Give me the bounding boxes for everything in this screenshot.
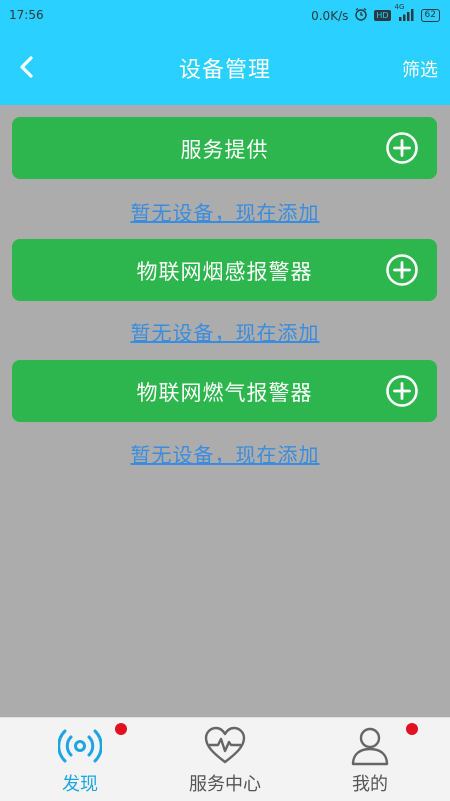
tab-label: 服务中心 xyxy=(189,774,261,795)
empty-add-link[interactable]: 暂无设备，现在添加 xyxy=(0,439,450,468)
empty-add-link[interactable]: 暂无设备，现在添加 xyxy=(0,197,450,226)
group-label: 服务提供 xyxy=(180,138,269,162)
status-time: 17:56 xyxy=(9,8,44,22)
tab-label: 发现 xyxy=(62,774,98,795)
signal-label: 4G xyxy=(394,2,405,11)
alarm-icon xyxy=(354,7,368,24)
tab-mine[interactable]: 我的 xyxy=(295,718,445,801)
signal-icon: 4G xyxy=(395,3,415,24)
tab-discover[interactable]: 发现 xyxy=(5,718,155,801)
user-icon xyxy=(351,727,389,766)
empty-add-link[interactable]: 暂无设备，现在添加 xyxy=(0,317,450,346)
plus-circle-icon[interactable] xyxy=(385,374,419,408)
tab-label: 我的 xyxy=(352,774,388,795)
notification-badge xyxy=(115,723,127,735)
plus-circle-icon[interactable] xyxy=(385,253,419,287)
group-bar-service[interactable]: 服务提供 xyxy=(12,117,437,179)
status-icons: 0.0K/s HD 4G 62 xyxy=(311,3,440,24)
battery-indicator: 62 xyxy=(420,9,440,22)
page-title: 设备管理 xyxy=(178,58,271,83)
plus-circle-icon[interactable] xyxy=(385,131,419,165)
radar-icon xyxy=(58,729,102,763)
group-bar-gas-alarm[interactable]: 物联网燃气报警器 xyxy=(12,360,437,422)
app-bar: 设备管理 筛选 xyxy=(0,30,450,105)
network-speed: 0.0K/s xyxy=(311,8,349,23)
status-bar: 17:56 0.0K/s HD 4G 62 xyxy=(0,0,450,30)
notification-badge xyxy=(406,723,418,735)
bottom-tab-bar: 发现 服务中心 我的 xyxy=(0,717,450,801)
filter-button[interactable]: 筛选 xyxy=(402,56,438,82)
hd-icon: HD xyxy=(374,10,391,21)
device-list: 服务提供 暂无设备，现在添加 物联网烟感报警器 暂无设备，现在添加 物联网燃气报… xyxy=(0,105,450,717)
group-label: 物联网烟感报警器 xyxy=(136,260,313,284)
heart-pulse-icon xyxy=(204,726,246,764)
group-label: 物联网燃气报警器 xyxy=(136,381,313,405)
tab-service-center[interactable]: 服务中心 xyxy=(150,718,300,801)
group-bar-smoke-alarm[interactable]: 物联网烟感报警器 xyxy=(12,239,437,301)
